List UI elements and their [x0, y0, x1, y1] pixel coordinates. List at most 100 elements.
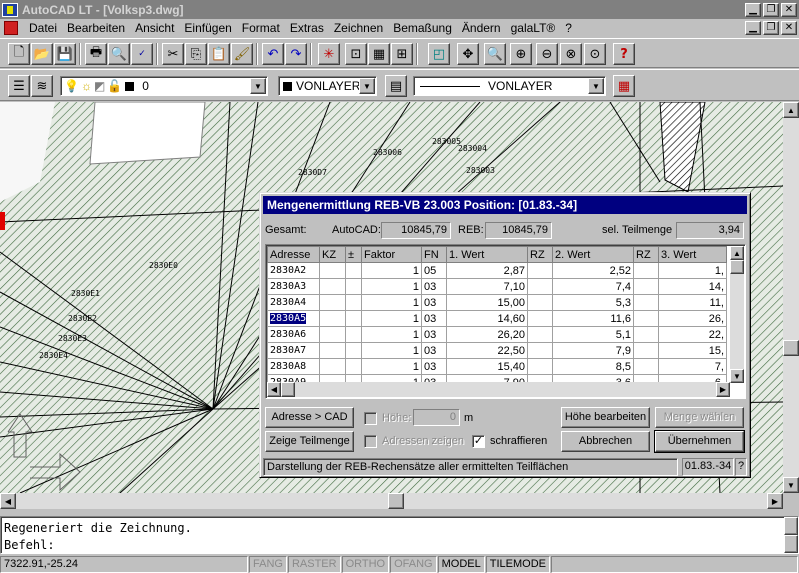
zoom-window-icon[interactable]: ⊕ — [510, 43, 532, 65]
doc-minimize-icon[interactable]: ▁ — [745, 21, 761, 35]
table-cell[interactable] — [345, 278, 362, 295]
menu-aendern[interactable]: Ändern — [457, 21, 506, 35]
table-cell[interactable]: 5,1 — [552, 326, 634, 343]
adressen-zeigen-checkbox[interactable] — [364, 435, 377, 448]
command-scroll-down-icon[interactable] — [784, 535, 798, 553]
grid-vscroll-thumb[interactable] — [730, 260, 744, 274]
save-icon[interactable]: 💾 — [54, 43, 76, 65]
table-cell[interactable]: 2830A5 — [267, 310, 320, 327]
grid-vertical-scrollbar[interactable]: ▲ ▼ — [730, 246, 744, 383]
zeige-teilmenge-button[interactable]: Zeige Teilmenge — [265, 431, 354, 452]
color-dropdown-arrow-icon[interactable]: ▼ — [359, 78, 375, 94]
close-icon[interactable]: ✕ — [781, 2, 797, 17]
dialog-title[interactable]: Mengenermittlung REB-VB 23.003 Position:… — [263, 196, 747, 214]
print-icon[interactable]: 🖶 — [85, 43, 107, 65]
table-cell[interactable]: 03 — [421, 310, 447, 327]
table-cell[interactable]: 05 — [421, 262, 447, 279]
table-cell[interactable] — [633, 278, 659, 295]
table-cell[interactable] — [633, 310, 659, 327]
table-row[interactable]: 2830A4 1 03 15,00 5,3 11, — [267, 294, 727, 311]
command-window[interactable]: Regeneriert die Zeichnung. Befehl: — [0, 516, 799, 554]
linetype-dropdown-arrow-icon[interactable]: ▼ — [588, 78, 604, 94]
hoehe-bearbeiten-button[interactable]: Höhe bearbeiten — [561, 407, 650, 428]
abbrechen-button[interactable]: Abbrechen — [561, 431, 650, 452]
table-cell[interactable] — [633, 342, 659, 359]
zoom-extents-icon[interactable]: ⊗ — [560, 43, 582, 65]
scroll-down-icon[interactable]: ▼ — [783, 477, 799, 493]
schraffieren-checkbox[interactable]: ✓ — [472, 435, 485, 448]
autocad-app-icon[interactable] — [2, 2, 18, 17]
table-cell[interactable]: 11, — [658, 294, 727, 311]
table-cell[interactable] — [319, 294, 346, 311]
status-raster[interactable]: RASTER — [287, 556, 341, 573]
table-cell[interactable] — [527, 342, 553, 359]
aerial-view-icon[interactable]: ◰ — [428, 43, 450, 65]
status-ortho[interactable]: ORTHO — [341, 556, 390, 573]
table-cell[interactable] — [319, 310, 346, 327]
scroll-right-icon[interactable]: ▶ — [767, 493, 783, 509]
table-cell[interactable] — [527, 358, 553, 375]
table-row[interactable]: 2830A2 1 05 2,87 2,52 1, — [267, 262, 727, 279]
table-cell[interactable]: 22, — [658, 326, 727, 343]
table-cell[interactable]: 1 — [361, 294, 422, 311]
table-cell[interactable]: 1 — [361, 278, 422, 295]
linetype-dropdown[interactable]: VONLAYER ▼ — [413, 76, 606, 96]
scroll-left-icon[interactable]: ◀ — [0, 493, 16, 509]
status-tilemode[interactable]: TILEMODE — [485, 556, 550, 573]
print-preview-icon[interactable]: 🔍 — [108, 43, 130, 65]
status-model[interactable]: MODEL — [437, 556, 485, 573]
help-icon[interactable]: ? — [613, 43, 635, 65]
table-cell[interactable]: 15,40 — [446, 358, 528, 375]
table-cell[interactable]: 03 — [421, 326, 447, 343]
table-cell[interactable]: 14, — [658, 278, 727, 295]
ucs-icon[interactable]: ⊡ — [345, 43, 367, 65]
table-cell[interactable]: 7,4 — [552, 278, 634, 295]
table-cell[interactable] — [319, 326, 346, 343]
coordinate-display[interactable]: 7322.91,-25.24 — [0, 556, 248, 573]
table-cell[interactable]: 26, — [658, 310, 727, 327]
table-cell[interactable]: 7,9 — [552, 342, 634, 359]
layer-dropdown[interactable]: 💡 ☼ ◩ 🔓 0 ▼ — [60, 76, 268, 96]
table-cell[interactable]: 14,60 — [446, 310, 528, 327]
uebernehmen-button[interactable]: Übernehmen — [654, 430, 745, 453]
layer-dropdown-arrow-icon[interactable]: ▼ — [250, 78, 266, 94]
menu-bemassung[interactable]: Bemaßung — [388, 21, 457, 35]
minimize-icon[interactable]: ▁ — [745, 2, 761, 17]
doc-restore-icon[interactable]: ❐ — [763, 21, 779, 35]
table-cell[interactable]: 03 — [421, 294, 447, 311]
table-cell[interactable]: 1 — [361, 310, 422, 327]
menu-datei[interactable]: Datei — [24, 21, 62, 35]
menu-format[interactable]: Format — [237, 21, 285, 35]
table-row[interactable]: 2830A5 1 03 14,60 11,6 26, — [267, 310, 727, 327]
table-cell[interactable]: 2830A2 — [267, 262, 320, 279]
col-fn[interactable]: FN — [421, 246, 447, 263]
match-properties-icon[interactable]: 🖌 — [231, 43, 253, 65]
col-wert2[interactable]: 2. Wert — [552, 246, 634, 263]
menge-waehlen-button[interactable]: Menge wählen — [655, 407, 744, 428]
horizontal-scroll-thumb[interactable] — [388, 493, 404, 509]
table-cell[interactable]: 15, — [658, 342, 727, 359]
table-cell[interactable] — [527, 262, 553, 279]
zoom-realtime-icon[interactable]: 🔍 — [484, 43, 506, 65]
table-cell[interactable] — [345, 342, 362, 359]
status-ofang[interactable]: OFANG — [390, 556, 437, 573]
spell-check-icon[interactable]: ✓ — [131, 43, 153, 65]
table-cell[interactable]: 22,50 — [446, 342, 528, 359]
paste-icon[interactable]: 📋 — [208, 43, 230, 65]
menu-bearbeiten[interactable]: Bearbeiten — [62, 21, 130, 35]
horizontal-scrollbar[interactable]: ◀ ▶ — [0, 493, 783, 509]
zoom-previous-icon[interactable]: ⊖ — [536, 43, 558, 65]
table-cell[interactable] — [345, 294, 362, 311]
table-cell[interactable]: 2830A3 — [267, 278, 320, 295]
status-fang[interactable]: FANG — [249, 556, 287, 573]
table-cell[interactable] — [319, 358, 346, 375]
table-row[interactable]: 2830A6 1 03 26,20 5,1 22, — [267, 326, 727, 343]
scroll-up-icon[interactable]: ▲ — [783, 102, 799, 118]
col-wert1[interactable]: 1. Wert — [446, 246, 528, 263]
redo-icon[interactable]: ↷ — [285, 43, 307, 65]
table-cell[interactable]: 2830A6 — [267, 326, 320, 343]
col-rz1[interactable]: RZ — [527, 246, 553, 263]
table-cell[interactable]: 03 — [421, 278, 447, 295]
table-cell[interactable] — [345, 358, 362, 375]
table-cell[interactable]: 26,20 — [446, 326, 528, 343]
